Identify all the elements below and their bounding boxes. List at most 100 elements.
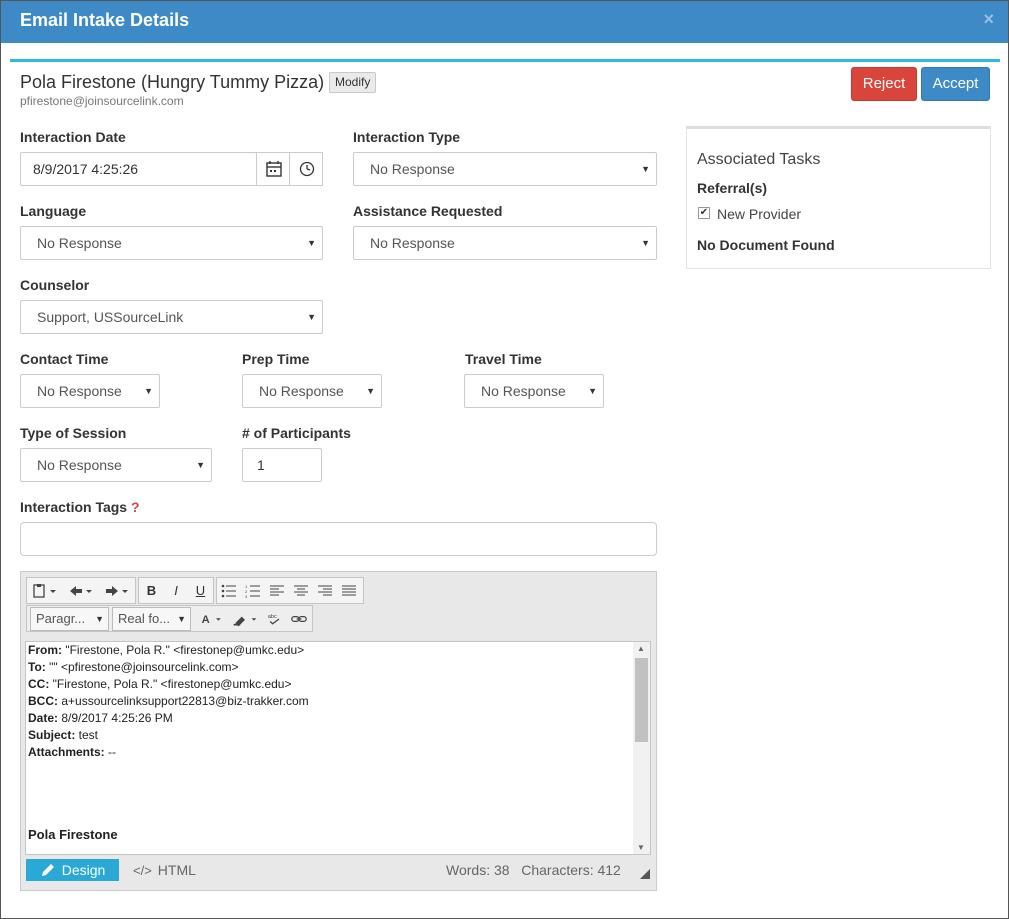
calendar-button[interactable]	[256, 152, 290, 186]
numbered-list-button[interactable]: 123	[241, 578, 265, 603]
html-mode-button[interactable]: </> HTML	[133, 862, 196, 878]
time-button[interactable]	[289, 152, 323, 186]
language-select[interactable]: No Response ▼	[20, 226, 323, 260]
code-icon: </>	[133, 863, 152, 878]
align-left-button[interactable]	[265, 578, 289, 603]
numbered-list-icon: 123	[245, 584, 260, 598]
paragraph-format-dropdown[interactable]: Paragr... ▼	[30, 607, 109, 631]
counselor-select[interactable]: Support, USSourceLink ▼	[20, 300, 323, 334]
travel-time-select[interactable]: No Response ▼	[464, 374, 604, 408]
language-label: Language	[20, 203, 87, 219]
email-header-line: BCC: a+ussourcelinksupport22813@biz-trak…	[28, 694, 309, 708]
scroll-up-icon[interactable]: ▲	[637, 644, 645, 653]
interaction-tags-label-text: Interaction Tags	[20, 499, 128, 515]
interaction-tags-input[interactable]	[20, 522, 657, 556]
email-header-line: Attachments: --	[28, 745, 117, 759]
html-mode-label: HTML	[157, 862, 196, 878]
interaction-type-select[interactable]: No Response ▼	[353, 152, 657, 186]
highlighter-icon	[233, 616, 257, 627]
travel-time-value: No Response	[481, 383, 566, 399]
counselor-label: Counselor	[20, 277, 90, 293]
new-provider-label: New Provider	[717, 206, 802, 222]
spellcheck-button[interactable]: abc	[263, 607, 287, 631]
prep-time-label: Prep Time	[242, 351, 310, 367]
redo-button[interactable]	[99, 578, 135, 603]
accent-divider	[10, 59, 1000, 62]
contact-time-value: No Response	[37, 383, 122, 399]
email-header-line: From: "Firestone, Pola R." <firestonep@u…	[28, 643, 305, 657]
clipboard-icon	[33, 583, 56, 598]
email-header-line: Subject: test	[28, 728, 99, 742]
editor-content-area[interactable]: From: "Firestone, Pola R." <firestonep@u…	[25, 641, 651, 855]
scroll-down-icon[interactable]: ▼	[637, 843, 645, 852]
type-of-session-select[interactable]: No Response ▼	[20, 448, 212, 482]
spellcheck-icon: abc	[268, 614, 280, 625]
pencil-icon	[41, 864, 54, 876]
justify-button[interactable]	[337, 578, 361, 603]
counselor-value: Support, USSourceLink	[37, 309, 184, 325]
highlight-button[interactable]	[228, 607, 262, 631]
reject-button[interactable]: Reject	[851, 67, 917, 101]
clipboard-undo-toolbar	[26, 577, 136, 604]
prep-time-value: No Response	[259, 383, 344, 399]
associated-tasks-panel: Associated Tasks Referral(s) ✔ New Provi…	[686, 126, 991, 269]
chevron-down-icon: ▼	[366, 386, 375, 396]
chevron-down-icon: ▼	[641, 238, 650, 248]
design-mode-label: Design	[61, 862, 106, 878]
assistance-requested-select[interactable]: No Response ▼	[353, 226, 657, 260]
word-char-counts: Words: 38 Characters: 412	[446, 862, 621, 878]
email-header-line: CC: "Firestone, Pola R." <firestonep@umk…	[28, 677, 292, 691]
dialog-header: Email Intake Details ×	[1, 1, 1008, 43]
new-provider-checkbox[interactable]: ✔	[698, 207, 710, 219]
word-count: Words: 38	[446, 862, 510, 878]
contact-time-select[interactable]: No Response ▼	[20, 374, 160, 408]
interaction-date-label: Interaction Date	[20, 129, 126, 145]
modify-button[interactable]: Modify	[329, 72, 377, 93]
email-header-line: Date: 8/9/2017 4:25:26 PM	[28, 711, 173, 725]
bullet-list-button[interactable]	[217, 578, 241, 603]
undo-button[interactable]	[63, 578, 99, 603]
travel-time-label: Travel Time	[465, 351, 542, 367]
align-right-button[interactable]	[313, 578, 337, 603]
scrollbar-thumb[interactable]	[635, 658, 648, 742]
undo-icon	[70, 585, 92, 596]
close-icon[interactable]: ×	[983, 9, 994, 30]
email-signature: Pola Firestone	[28, 827, 118, 842]
justify-icon	[342, 585, 356, 595]
paragraph-toolbar: 123	[216, 577, 364, 604]
contact-email: pfirestone@joinsourcelink.com	[20, 94, 184, 108]
interaction-type-label: Interaction Type	[353, 129, 461, 145]
underline-button[interactable]: U	[188, 578, 213, 603]
font-color-button[interactable]: A	[196, 607, 228, 631]
bold-button[interactable]: B	[139, 578, 164, 603]
type-of-session-value: No Response	[37, 457, 122, 473]
paste-button[interactable]	[27, 578, 63, 603]
text-style-toolbar: B I U	[138, 577, 214, 604]
editor-scrollbar[interactable]: ▲ ▼	[633, 642, 650, 854]
associated-tasks-heading: Associated Tasks	[697, 151, 821, 168]
link-button[interactable]	[287, 607, 311, 631]
chevron-down-icon: ▼	[588, 386, 597, 396]
align-center-button[interactable]	[289, 578, 313, 603]
svg-text:abc: abc	[268, 614, 277, 620]
type-of-session-label: Type of Session	[20, 425, 127, 441]
referrals-label: Referral(s)	[697, 180, 768, 196]
font-color-icon: A	[202, 614, 221, 626]
link-icon	[291, 615, 307, 623]
prep-time-select[interactable]: No Response ▼	[242, 374, 382, 408]
participants-input[interactable]: 1	[242, 448, 322, 482]
font-family-dropdown[interactable]: Real fo... ▼	[112, 607, 191, 631]
accept-button[interactable]: Accept	[921, 67, 990, 101]
assistance-requested-value: No Response	[370, 235, 455, 251]
design-mode-button[interactable]: Design	[26, 859, 119, 881]
chevron-down-icon: ▼	[95, 614, 104, 624]
interaction-type-value: No Response	[370, 161, 455, 177]
align-center-icon	[294, 585, 308, 595]
chevron-down-icon: ▼	[177, 614, 186, 624]
redo-icon	[106, 585, 128, 596]
resize-handle-icon[interactable]	[640, 869, 650, 879]
chevron-down-icon: ▼	[307, 312, 316, 322]
help-icon[interactable]: ?	[131, 499, 140, 515]
interaction-date-input[interactable]: 8/9/2017 4:25:26	[20, 152, 257, 186]
italic-button[interactable]: I	[164, 578, 188, 603]
